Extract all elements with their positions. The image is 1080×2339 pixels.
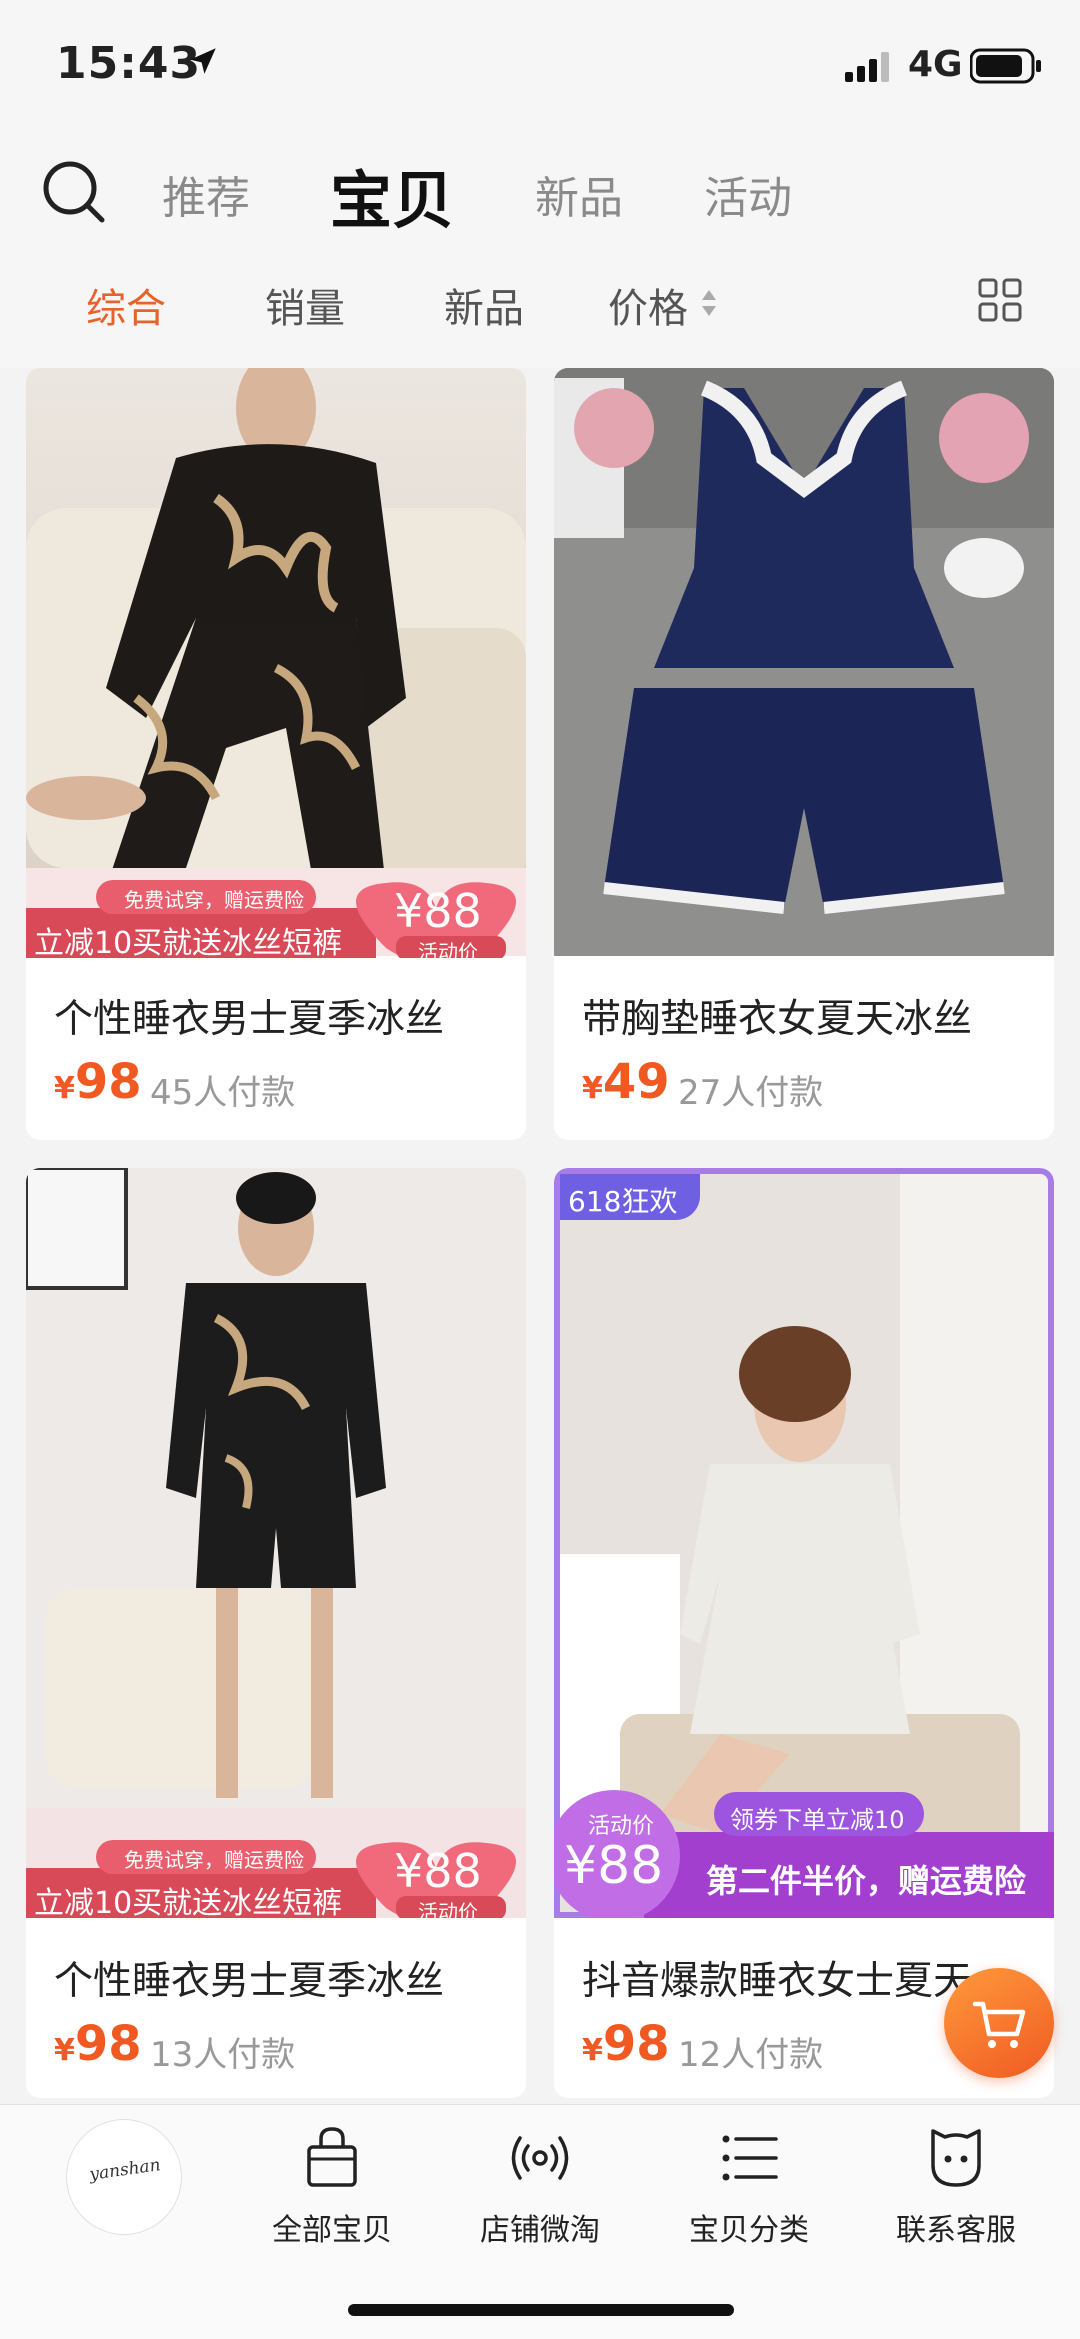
- tab-recommend[interactable]: 推荐: [162, 162, 250, 226]
- product-title: 带胸垫睡衣女夏天冰丝: [582, 997, 973, 1042]
- broadcast-icon: [511, 2136, 569, 2180]
- product-card[interactable]: 带胸垫睡衣女夏天冰丝 ¥49 27人付款: [554, 368, 1054, 1140]
- shopping-bag-icon: [307, 2127, 357, 2187]
- product-price: ¥98: [54, 2016, 142, 2072]
- search-icon[interactable]: [40, 158, 106, 224]
- promo-badge: 618狂欢: [560, 1174, 700, 1220]
- product-price: ¥49: [582, 1054, 670, 1110]
- cart-button[interactable]: [944, 1968, 1054, 2078]
- status-bar: 15:43 4G: [0, 0, 1080, 130]
- promo-banner: 免费试穿，赠运费险 立减10买就送冰丝短裤 ¥88 活动价: [26, 878, 526, 964]
- promo-price: ¥88: [564, 1836, 664, 1896]
- sort-price[interactable]: 价格: [608, 276, 688, 334]
- buyer-count: 12人付款: [678, 2035, 824, 2075]
- nav-customer-service[interactable]: 联系客服: [871, 2125, 1041, 2249]
- buyer-count: 45人付款: [150, 1073, 296, 1113]
- nav-all-items[interactable]: 全部宝贝: [247, 2125, 417, 2249]
- promo-price: ¥88: [394, 1844, 482, 1898]
- buyer-count: 13人付款: [150, 2035, 296, 2075]
- nav-categories[interactable]: 宝贝分类: [664, 2125, 834, 2249]
- product-price: ¥98: [582, 2016, 670, 2072]
- cart-icon: [972, 2001, 1026, 2048]
- promo-banner: 活动价 ¥88 领券下单立减10 第二件半价，赠运费险: [554, 1786, 1054, 1918]
- promo-coupon: 领券下单立减10: [730, 1806, 905, 1834]
- chat-face-icon: [931, 2129, 981, 2187]
- promo-line2: 第二件半价，赠运费险: [706, 1862, 1027, 1900]
- shop-logo[interactable]: yanshan: [66, 2119, 182, 2235]
- top-tab-bar: 推荐 宝贝 新品 活动: [0, 130, 1080, 260]
- product-title: 个性睡衣男士夏季冰丝: [54, 1959, 445, 2004]
- sort-new[interactable]: 新品: [444, 276, 524, 334]
- nav-store-feed[interactable]: 店铺微淘: [455, 2125, 625, 2249]
- promo-line1: 免费试穿，赠运费险: [124, 1848, 304, 1872]
- promo-price: ¥88: [394, 884, 482, 938]
- list-icon: [722, 2135, 778, 2181]
- promo-tag: 活动价: [418, 1900, 478, 1924]
- tab-activity[interactable]: 活动: [704, 162, 792, 226]
- promo-banner: 免费试穿，赠运费险 立减10买就送冰丝短裤 ¥88 活动价: [26, 1838, 526, 1924]
- product-card[interactable]: 免费试穿，赠运费险 立减10买就送冰丝短裤 ¥88 活动价 个性睡衣男士夏季冰丝…: [26, 368, 526, 1140]
- promo-line1: 免费试穿，赠运费险: [124, 888, 304, 912]
- sort-comprehensive[interactable]: 综合: [86, 276, 166, 334]
- product-image: [26, 368, 526, 956]
- home-indicator[interactable]: [348, 2304, 734, 2316]
- tab-items[interactable]: 宝贝: [330, 150, 454, 240]
- sort-sales[interactable]: 销量: [265, 276, 345, 334]
- product-card[interactable]: 免费试穿，赠运费险 立减10买就送冰丝短裤 ¥88 活动价 个性睡衣男士夏季冰丝…: [26, 1168, 526, 2098]
- product-card[interactable]: 618狂欢 活动价 ¥88 领券下单立减10 第二件半价，赠运费险 抖音爆款睡衣…: [554, 1168, 1054, 2098]
- promo-line2: 立减10买就送冰丝短裤: [34, 926, 343, 961]
- promo-tag: 活动价: [418, 940, 478, 964]
- promo-line2: 立减10买就送冰丝短裤: [34, 1886, 343, 1921]
- product-price: ¥98: [54, 1054, 142, 1110]
- product-image: [554, 368, 1054, 956]
- sort-arrows-icon[interactable]: [700, 288, 718, 318]
- battery-icon: [970, 48, 1041, 84]
- sort-bar: 综合 销量 新品 价格: [0, 260, 1080, 368]
- status-time: 15:43: [56, 38, 202, 89]
- product-image: [26, 1168, 526, 1918]
- network-label: 4G: [908, 44, 963, 85]
- location-arrow-icon: [190, 48, 216, 74]
- grid-view-icon[interactable]: [978, 278, 1022, 322]
- product-title: 个性睡衣男士夏季冰丝: [54, 997, 445, 1042]
- buyer-count: 27人付款: [678, 1073, 824, 1113]
- signal-icon: [845, 52, 889, 82]
- tab-new[interactable]: 新品: [535, 162, 623, 226]
